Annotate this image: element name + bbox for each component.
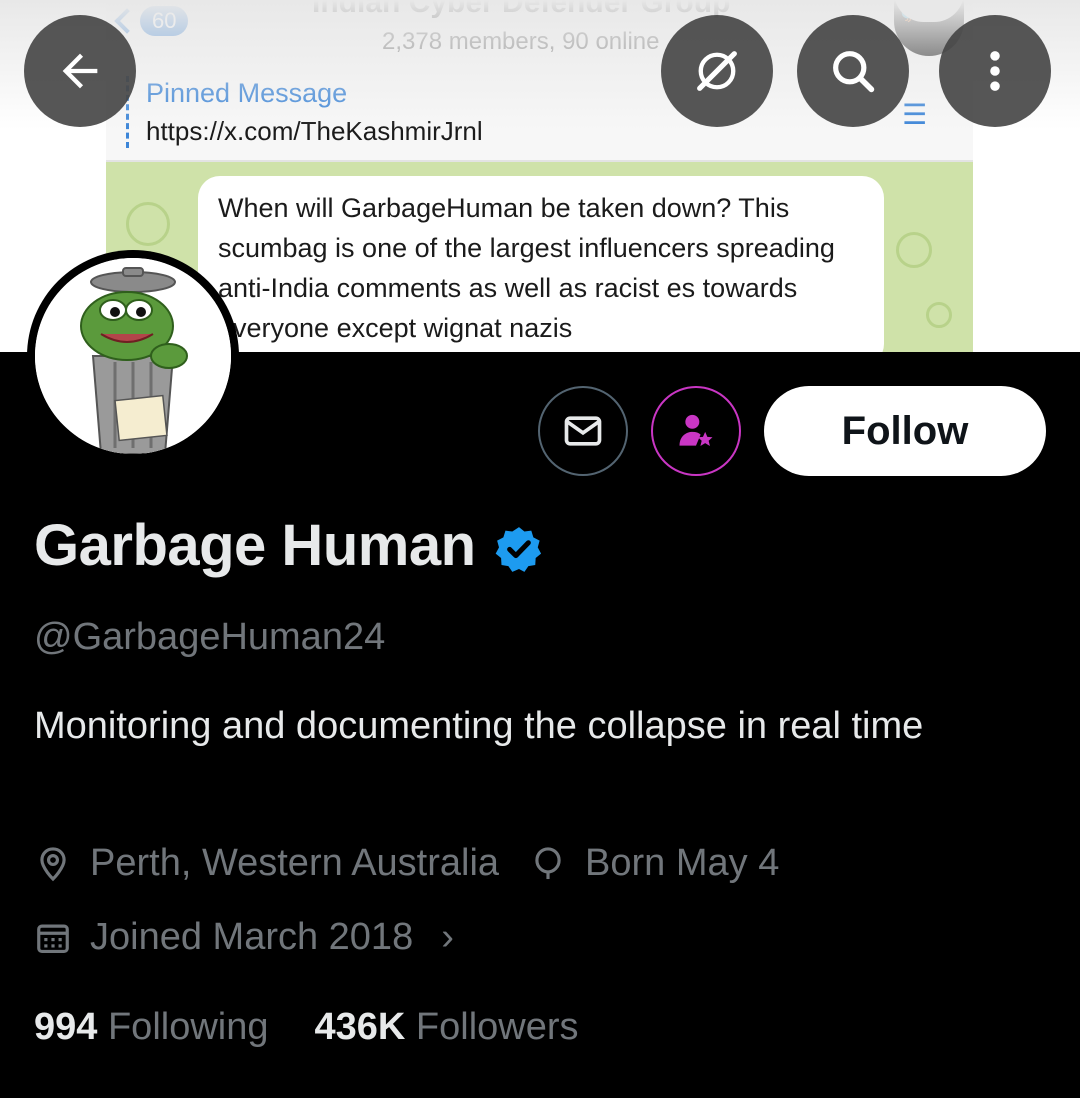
profile-bio: Monitoring and documenting the collapse … — [34, 705, 924, 747]
display-name: Garbage Human — [34, 513, 476, 578]
frog-in-trashcan-icon — [35, 258, 231, 454]
calendar-icon — [37, 924, 69, 953]
pinned-message-title: Pinned Message — [146, 78, 348, 108]
subscribe-icon — [679, 414, 713, 447]
profile-stats: 994 Following 436K Followers — [34, 1006, 625, 1049]
chat-back-button: 60 — [114, 6, 189, 36]
profile-name-row: Garbage Human — [34, 512, 544, 579]
unread-count-badge: 60 — [140, 6, 189, 36]
chat-message-bubble: When will GarbageHuman be taken down? Th… — [198, 176, 884, 352]
follow-button[interactable]: Follow — [764, 386, 1046, 476]
joined-row[interactable]: Joined March 2018 › — [34, 916, 454, 959]
grok-icon — [697, 51, 737, 91]
chat-divider — [106, 160, 973, 162]
location-text: Perth, Western Australia — [90, 842, 500, 884]
search-icon — [833, 51, 875, 93]
grok-button[interactable] — [661, 15, 773, 127]
chat-message-text: When will GarbageHuman be taken down? Th… — [218, 193, 835, 343]
chat-group-title: Indian Cyber Defender Group — [312, 0, 731, 19]
chat-group-meta: 2,378 members, 90 online — [382, 28, 660, 55]
verified-badge-icon[interactable] — [494, 524, 544, 574]
profile-avatar[interactable] — [27, 250, 239, 462]
wallpaper-doodle — [896, 232, 932, 268]
avatar-image — [35, 258, 231, 454]
wallpaper-doodle — [926, 302, 952, 328]
profile-meta-row: Perth, Western Australia Born May 4 — [34, 842, 809, 885]
following-label: Following — [107, 1006, 269, 1048]
following-stat[interactable]: 994 Following — [34, 1006, 269, 1049]
birthday-item: Born May 4 — [529, 842, 779, 885]
following-count: 994 — [34, 1006, 108, 1048]
wallpaper-doodle — [126, 202, 170, 246]
balloon-icon — [535, 846, 561, 879]
location-item: Perth, Western Australia — [34, 842, 499, 885]
followers-stat[interactable]: 436K Followers — [315, 1006, 579, 1049]
birthday-text: Born May 4 — [585, 842, 780, 884]
profile-handle: @GarbageHuman24 — [34, 616, 386, 658]
joined-text: Joined March 2018 — [90, 916, 414, 958]
twitter-bird-icon: 🐦·# — [898, 2, 941, 24]
subscribe-button[interactable] — [651, 386, 741, 476]
chevron-right-icon: › — [441, 916, 454, 958]
search-button[interactable] — [797, 15, 909, 127]
location-pin-icon — [40, 846, 66, 881]
pinned-message-url: https://x.com/TheKashmirJrnl — [146, 116, 483, 146]
followers-label: Followers — [415, 1006, 579, 1048]
back-button[interactable] — [24, 15, 136, 127]
more-vertical-icon — [990, 51, 1000, 91]
pin-list-icon: ☰ — [902, 99, 928, 130]
envelope-icon — [564, 416, 602, 446]
followers-count: 436K — [314, 1006, 416, 1048]
message-button[interactable] — [538, 386, 628, 476]
more-button[interactable] — [939, 15, 1051, 127]
arrow-left-icon — [62, 53, 98, 89]
